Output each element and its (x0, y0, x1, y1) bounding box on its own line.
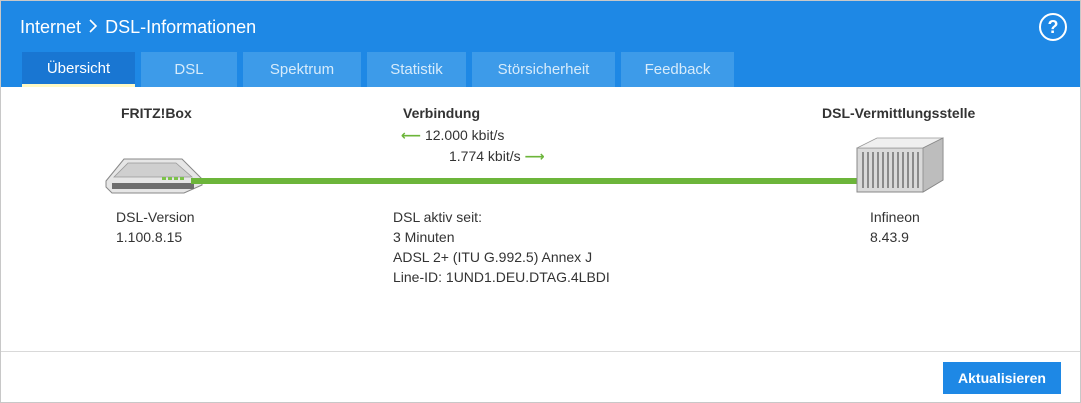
breadcrumb-current: DSL-Informationen (105, 17, 257, 37)
dsl-active-label: DSL aktiv seit: (393, 209, 482, 225)
tab-statistik[interactable]: Statistik (367, 52, 466, 87)
arrow-left-icon: ⟵ (401, 127, 422, 143)
exchange-version: 8.43.9 (870, 229, 909, 245)
header: Internet DSL-Informationen ? Übersicht D… (1, 1, 1080, 87)
tab-spektrum[interactable]: Spektrum (243, 52, 361, 87)
breadcrumb: Internet DSL-Informationen (20, 17, 256, 38)
dsl-standard: ADSL 2+ (ITU G.992.5) Annex J (393, 249, 593, 265)
fritzbox-heading: FRITZ!Box (121, 105, 192, 121)
tab-stoersicherheit[interactable]: Störsicherheit (472, 52, 615, 87)
breadcrumb-separator-icon (88, 17, 103, 37)
arrow-right-icon: ⟶ (524, 148, 545, 164)
connection-line (191, 178, 861, 184)
tab-bar: Übersicht DSL Spektrum Statistik Störsic… (22, 52, 740, 87)
connection-heading: Verbindung (403, 105, 480, 121)
tab-uebersicht[interactable]: Übersicht (22, 52, 135, 87)
dsl-version-value: 1.100.8.15 (116, 229, 183, 245)
tab-feedback[interactable]: Feedback (621, 52, 734, 87)
overview-panel: FRITZ!Box DSL-Version 1.100.8.15 Verbind… (1, 87, 1080, 351)
exchange-heading: DSL-Vermittlungsstelle (822, 105, 976, 121)
refresh-button[interactable]: Aktualisieren (943, 362, 1061, 394)
dsl-version-label: DSL-Version (116, 209, 195, 225)
upstream-value: 1.774 kbit/s (449, 148, 521, 164)
router-icon (104, 153, 204, 202)
dslam-icon (853, 136, 945, 199)
exchange-vendor: Infineon (870, 209, 920, 225)
help-icon[interactable]: ? (1039, 13, 1067, 41)
tab-dsl[interactable]: DSL (141, 52, 237, 87)
breadcrumb-root[interactable]: Internet (20, 17, 81, 37)
downstream-value: 12.000 kbit/s (424, 127, 505, 143)
dsl-active-duration: 3 Minuten (393, 229, 455, 245)
dialog-frame: Internet DSL-Informationen ? Übersicht D… (0, 0, 1081, 403)
line-id: Line-ID: 1UND1.DEU.DTAG.4LBDI (393, 269, 610, 285)
downstream-rate: ⟵ 12.000 kbit/s (401, 127, 504, 144)
upstream-rate: 1.774 kbit/s ⟶ (449, 148, 545, 165)
footer: Aktualisieren (1, 351, 1080, 403)
